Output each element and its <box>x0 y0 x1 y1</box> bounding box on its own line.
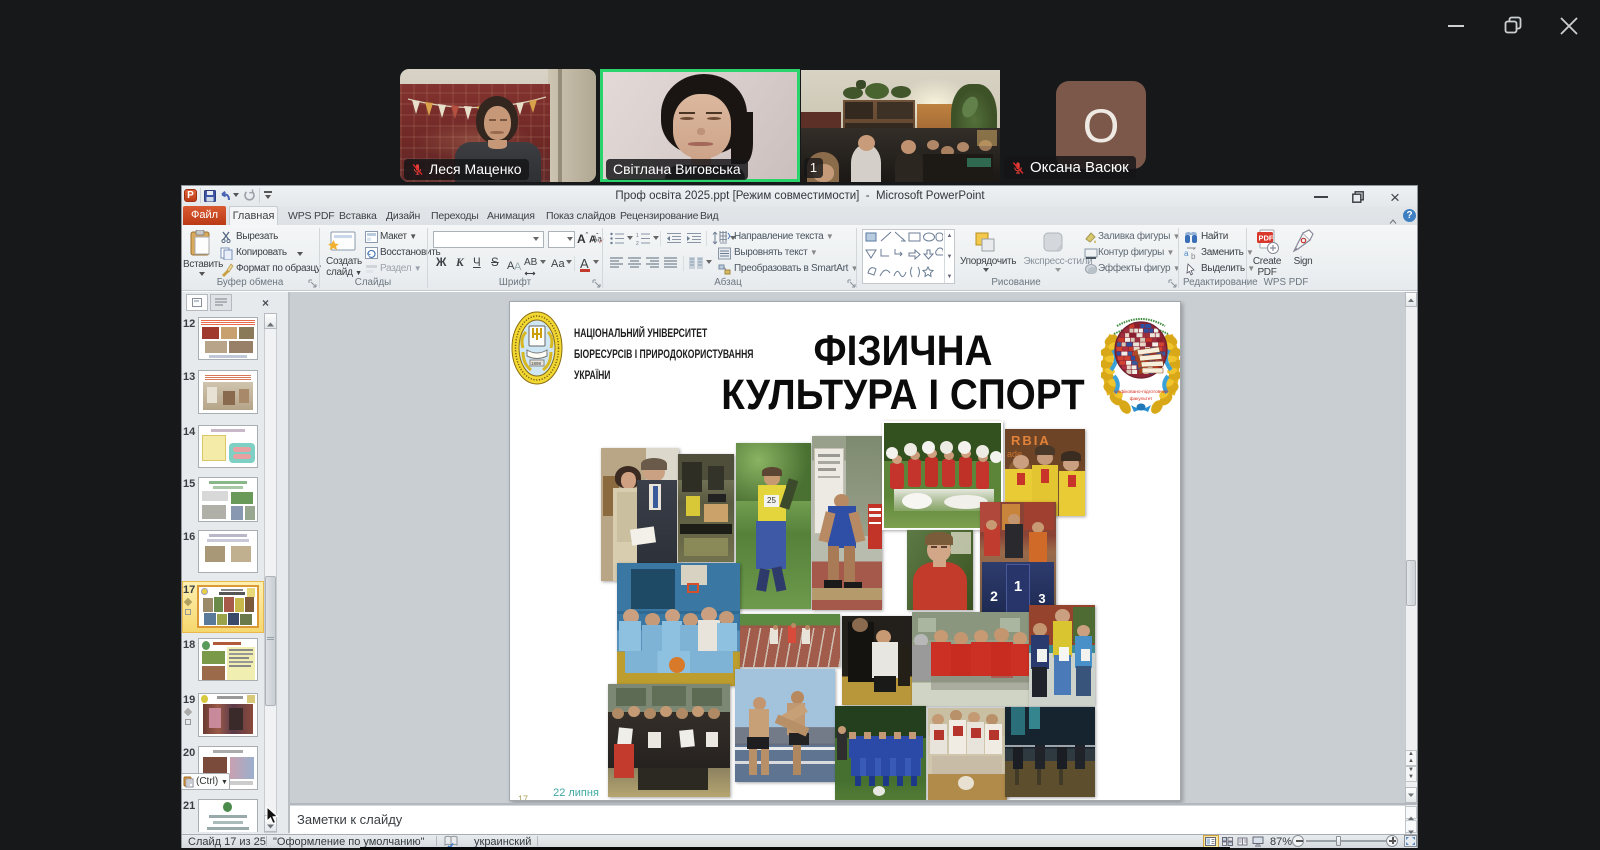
svg-text:PDF: PDF <box>1259 234 1274 243</box>
svg-text:b: b <box>1191 252 1196 260</box>
svg-text:1898: 1898 <box>531 361 542 366</box>
svg-text:факультет: факультет <box>1130 396 1154 402</box>
svg-text:A: A <box>514 261 522 271</box>
svg-text:уніфіковано-підготовчий: уніфіковано-підготовчий <box>1114 388 1168 395</box>
svg-text:2: 2 <box>636 241 639 245</box>
svg-text:1: 1 <box>636 233 639 239</box>
svg-text:a: a <box>1184 249 1189 258</box>
